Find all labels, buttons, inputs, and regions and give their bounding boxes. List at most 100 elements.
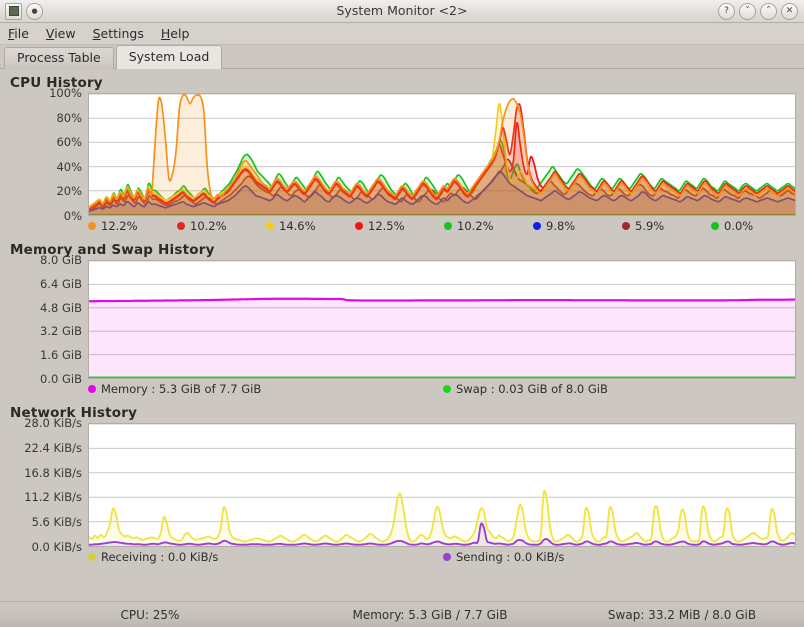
y-tick-label: 4.8 GiB: [40, 300, 82, 315]
legend-entry: 10.2%: [444, 219, 533, 233]
legend-entry: 0.0%: [711, 219, 800, 233]
y-tick-label: 8.0 GiB: [40, 253, 82, 267]
legend-color-dot: [533, 222, 541, 230]
y-tick-label: 40%: [56, 159, 82, 174]
legend-color-dot: [711, 222, 719, 230]
legend-entry: 12.5%: [355, 219, 444, 233]
y-tick-label: 16.8 KiB/s: [24, 465, 82, 480]
series-area: [89, 94, 795, 215]
memory-y-axis: 0.0 GiB 1.6 GiB 3.2 GiB 4.8 GiB 6.4 GiB 8.0 G…: [8, 253, 88, 386]
y-tick-label: 3.2 GiB: [40, 324, 82, 339]
menu-settings[interactable]: Settings: [93, 26, 144, 41]
y-tick-label: 11.2 KiB/s: [24, 490, 82, 505]
memory-plot-area[interactable]: [88, 260, 796, 379]
legend-color-dot: [622, 222, 630, 230]
cpu-history-title: CPU History: [10, 75, 103, 91]
legend-label: 10.2%: [457, 219, 494, 233]
minimize-button[interactable]: ˅: [739, 2, 756, 20]
legend-entry: 12.2%: [88, 219, 177, 233]
legend-color-dot: [443, 553, 451, 561]
menubar: File View Settings Help: [0, 23, 804, 45]
window-titlebar: ● System Monitor <2> ? ˅ ˄ ✕: [0, 0, 804, 23]
legend-label: 10.2%: [190, 219, 227, 233]
tabstrip: Process Table System Load: [0, 45, 804, 69]
y-tick-label: 1.6 GiB: [40, 348, 82, 363]
y-tick-label: 5.6 KiB/s: [31, 515, 82, 530]
legend-label: 9.8%: [546, 219, 576, 233]
legend-color-dot: [88, 553, 96, 561]
cpu-legend: 12.2% 10.2% 14.6% 12.5% 10.2% 9.8% 5.9% 0.0%: [8, 216, 796, 236]
legend-label: 14.6%: [279, 219, 316, 233]
legend-entry: 10.2%: [177, 219, 266, 233]
network-y-axis: 0.0 KiB/s 5.6 KiB/s 11.2 KiB/s 16.8 KiB/s 22…: [8, 416, 88, 554]
y-tick-label: 0.0 GiB: [40, 372, 82, 386]
tab-system-load[interactable]: System Load: [115, 45, 223, 69]
memory-history-title: Memory and Swap History: [10, 242, 215, 258]
legend-label: Memory : 5.3 GiB of 7.7 GiB: [101, 382, 262, 396]
help-button[interactable]: ?: [718, 2, 735, 20]
network-plot-area[interactable]: [88, 423, 796, 547]
legend-label: 12.2%: [101, 219, 138, 233]
legend-entry: Receiving : 0.0 KiB/s: [88, 550, 443, 564]
maximize-button[interactable]: ˄: [760, 2, 777, 20]
legend-entry: 5.9%: [622, 219, 711, 233]
y-tick-label: 0.0 KiB/s: [31, 540, 82, 554]
memory-legend: Memory : 5.3 GiB of 7.7 GiB Swap : 0.03 G…: [8, 379, 796, 399]
tab-process-table[interactable]: Process Table: [4, 47, 114, 69]
status-swap: Swap: 33.2 MiB / 8.0 GiB: [607, 607, 757, 622]
menu-help[interactable]: Help: [161, 26, 190, 41]
window-title: System Monitor <2>: [336, 3, 468, 18]
status-cpu: CPU: 25%: [120, 607, 180, 622]
legend-color-dot: [88, 222, 96, 230]
legend-entry: 14.6%: [266, 219, 355, 233]
legend-color-dot: [444, 222, 452, 230]
close-button[interactable]: ✕: [781, 2, 798, 20]
network-history-svg: [89, 424, 795, 546]
menu-view-label: iew: [54, 26, 76, 41]
memory-history-graph: 0.0 GiB 1.6 GiB 3.2 GiB 4.8 GiB 6.4 GiB 8.0 G…: [8, 253, 796, 386]
network-history-graph: 0.0 KiB/s 5.6 KiB/s 11.2 KiB/s 16.8 KiB/s 22…: [8, 416, 796, 554]
network-legend: Receiving : 0.0 KiB/s Sending : 0.0 KiB/s: [8, 547, 796, 567]
menu-help-label: elp: [170, 26, 190, 41]
legend-color-dot: [88, 385, 96, 393]
legend-entry: Swap : 0.03 GiB of 8.0 GiB: [443, 382, 798, 396]
y-tick-label: 28.0 KiB/s: [24, 416, 82, 430]
network-history-title: Network History: [10, 405, 138, 421]
y-tick-label: 100%: [49, 86, 82, 100]
memory-swap-history-svg: [89, 261, 795, 378]
legend-label: 5.9%: [635, 219, 665, 233]
menu-file[interactable]: File: [8, 26, 29, 41]
cpu-y-axis: 0% 20% 40% 60% 80% 100%: [8, 86, 88, 223]
legend-color-dot: [443, 385, 451, 393]
cpu-plot-area[interactable]: [88, 93, 796, 216]
legend-color-dot: [266, 222, 274, 230]
y-tick-label: 0%: [63, 209, 82, 223]
y-tick-label: 80%: [56, 110, 82, 125]
legend-label: Receiving : 0.0 KiB/s: [101, 550, 219, 564]
y-tick-label: 60%: [56, 135, 82, 150]
legend-label: 12.5%: [368, 219, 405, 233]
system-load-panel: CPU History 0% 20% 40% 60% 80% 100% 12.2% 10.2…: [0, 75, 804, 567]
legend-label: Sending : 0.0 KiB/s: [456, 550, 565, 564]
menu-settings-mnemonic: S: [92, 26, 101, 41]
series-line: [89, 297, 795, 303]
legend-color-dot: [177, 222, 185, 230]
legend-entry: 9.8%: [533, 219, 622, 233]
window-shade-icon[interactable]: ●: [26, 2, 43, 20]
cpu-history-graph: 0% 20% 40% 60% 80% 100%: [8, 86, 796, 223]
menu-file-label: ile: [14, 26, 29, 41]
y-tick-label: 6.4 GiB: [40, 276, 82, 291]
menu-settings-label: ettings: [100, 26, 144, 41]
cpu-history-svg: [89, 94, 795, 215]
menu-view[interactable]: View: [46, 26, 76, 41]
legend-label: Swap : 0.03 GiB of 8.0 GiB: [456, 382, 608, 396]
y-tick-label: 22.4 KiB/s: [24, 440, 82, 455]
legend-entry: Sending : 0.0 KiB/s: [443, 550, 798, 564]
status-memory: Memory: 5.3 GiB / 7.7 GiB: [352, 607, 508, 622]
legend-label: 0.0%: [724, 219, 754, 233]
legend-color-dot: [355, 222, 363, 230]
series-area: [89, 298, 795, 378]
window-menu-icon[interactable]: [5, 2, 22, 20]
legend-entry: Memory : 5.3 GiB of 7.7 GiB: [88, 382, 443, 396]
menu-view-mnemonic: V: [45, 26, 55, 41]
